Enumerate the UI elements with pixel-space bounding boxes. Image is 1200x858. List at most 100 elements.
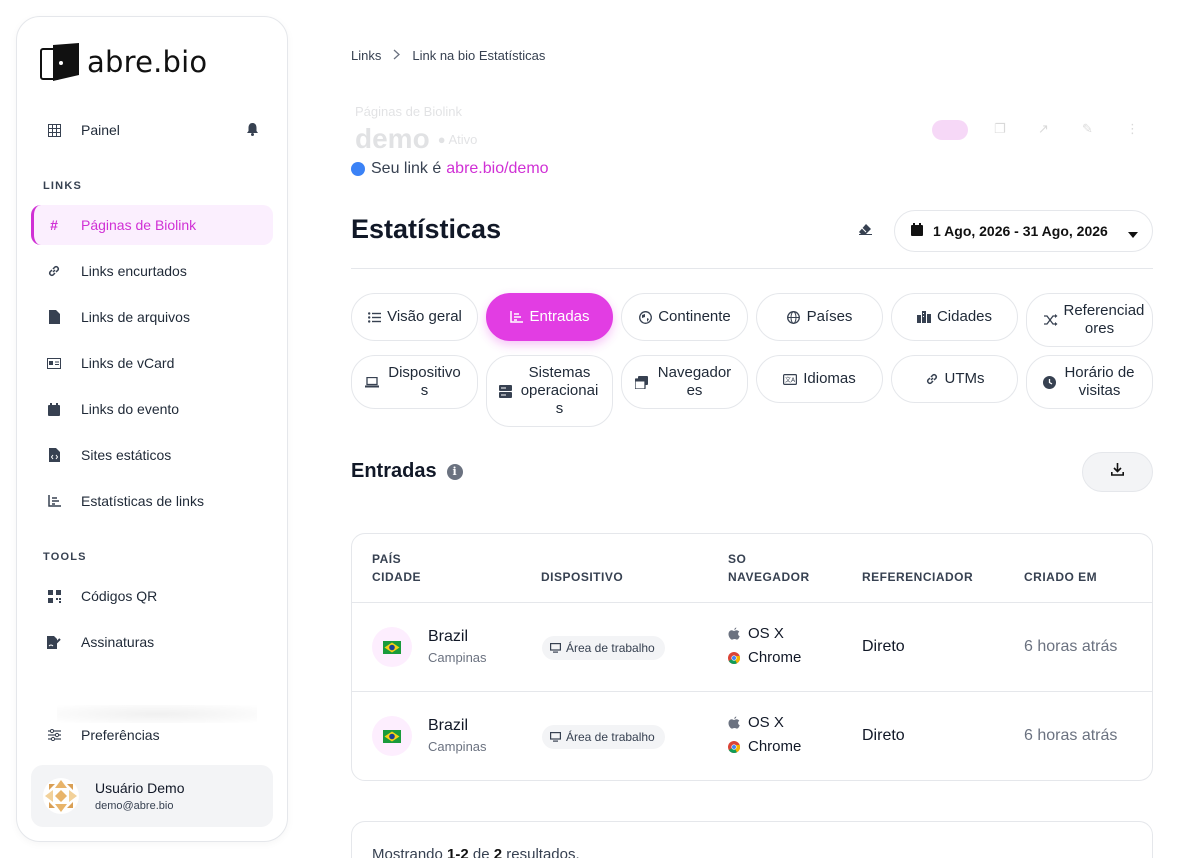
external-link-icon: ↗: [1038, 121, 1049, 136]
eraser-icon[interactable]: [859, 222, 872, 240]
row-browser: Chrome: [728, 649, 801, 666]
tab-utms[interactable]: UTMs: [891, 355, 1018, 403]
flag-brazil-icon: [372, 716, 412, 756]
sidebar-item-signatures[interactable]: Assinaturas: [31, 622, 273, 662]
section-heading: Entradas i: [351, 460, 463, 483]
ghost-label: Páginas de Biolink: [355, 104, 462, 119]
device-badge: Área de trabalho: [542, 725, 665, 749]
file-icon: [47, 310, 61, 324]
device-badge: Área de trabalho: [542, 636, 665, 660]
sidebar-item-label: Links do evento: [81, 401, 180, 417]
sidebar-item-link-stats[interactable]: Estatísticas de links: [31, 481, 273, 521]
tab-label: Entradas: [529, 308, 590, 325]
sidebar-item-label: Preferências: [81, 727, 160, 743]
date-range-picker[interactable]: 1 Ago, 2026 - 31 Ago, 2026: [894, 210, 1153, 252]
tab-browsers[interactable]: Navegador es: [621, 355, 748, 409]
row-country: Brazil: [428, 628, 469, 645]
tab-label: UTMs: [944, 370, 985, 387]
signature-icon: [47, 635, 61, 649]
info-icon[interactable]: i: [446, 463, 463, 480]
biolink-url[interactable]: abre.bio/demo: [446, 160, 548, 178]
divider: [351, 268, 1153, 269]
sidebar-item-label: Códigos QR: [81, 588, 158, 604]
biolink-header-faded: Páginas de Biolink demo ● Ativo: [355, 104, 477, 155]
tab-label: Cidades: [936, 308, 993, 325]
globe-icon: [638, 310, 652, 324]
column-header-created[interactable]: CRIADO EM: [1024, 568, 1097, 586]
sidebar-item-label: Painel: [81, 122, 120, 138]
brand-logo[interactable]: abre.bio: [39, 41, 207, 83]
chart-icon: [47, 494, 61, 508]
column-header-referrer[interactable]: REFERENCIADOR: [862, 568, 973, 586]
tab-label: Navegador es: [657, 364, 732, 399]
row-country: Brazil: [428, 717, 469, 734]
divider: [352, 602, 1152, 603]
monitor-icon: [550, 643, 561, 653]
tab-referrers[interactable]: Referenciad ores: [1026, 293, 1153, 347]
monitor-icon: [550, 732, 561, 742]
sidebar-item-label: Páginas de Biolink: [81, 217, 197, 233]
qr-icon: [47, 589, 61, 603]
tab-visit-hours[interactable]: Horário de visitas: [1026, 355, 1153, 409]
sidebar-item-static-sites[interactable]: Sites estáticos: [31, 435, 273, 475]
copy-icon: ❐: [994, 121, 1006, 136]
sidebar-item-dashboard[interactable]: Painel: [31, 110, 273, 150]
sidebar-item-file-links[interactable]: Links de arquivos: [31, 297, 273, 337]
breadcrumb-current: Link na bio Estatísticas: [412, 48, 546, 63]
tab-devices[interactable]: Dispositivo s: [351, 355, 478, 409]
sidebar-item-vcard-links[interactable]: Links de vCard: [31, 343, 273, 383]
sidebar-item-label: Links de arquivos: [81, 309, 190, 325]
link-icon: [47, 264, 61, 278]
chevron-right-icon: [393, 48, 401, 63]
browser-icon: [635, 375, 649, 389]
link-prefix: Seu link é: [371, 160, 442, 177]
avatar: [43, 778, 79, 814]
row-created: 6 horas atrás: [1024, 727, 1118, 744]
download-button[interactable]: [1082, 452, 1153, 492]
tab-languages[interactable]: 文A Idiomas: [756, 355, 883, 403]
tab-cities[interactable]: Cidades: [891, 293, 1018, 341]
calendar-icon: [911, 223, 923, 239]
vcard-icon: [47, 356, 61, 370]
download-icon: [1111, 463, 1124, 481]
sidebar-item-label: Links encurtados: [81, 263, 187, 279]
hash-icon: #: [50, 217, 58, 233]
shuffle-icon: [1043, 313, 1058, 327]
tab-label: Sistemas operacionai s: [520, 364, 599, 417]
pagination-summary: Mostrando 1-2 de 2 resultados.: [372, 846, 580, 858]
tab-overview[interactable]: Visão geral: [351, 293, 478, 341]
column-header-device[interactable]: DISPOSITIVO: [541, 568, 623, 586]
tab-continent[interactable]: Continente: [621, 293, 748, 341]
tab-label: Horário de visitas: [1064, 364, 1135, 399]
language-icon: 文A: [783, 372, 798, 386]
tab-label: Países: [806, 308, 853, 325]
sidebar-item-label: Estatísticas de links: [81, 493, 204, 509]
brand-name: abre.bio: [87, 45, 208, 79]
breadcrumb-root[interactable]: Links: [351, 48, 381, 63]
user-email: demo@abre.bio: [95, 800, 174, 812]
tab-label: Idiomas: [803, 370, 856, 387]
sidebar: abre.bio Painel LINKS # Páginas de Bioli…: [16, 16, 288, 842]
user-card[interactable]: Usuário Demo demo@abre.bio: [31, 765, 273, 827]
sidebar-item-event-links[interactable]: Links do evento: [31, 389, 273, 429]
list-icon: [367, 310, 381, 324]
column-header-country-city[interactable]: PAÍS CIDADE: [372, 550, 421, 586]
entries-title: Entradas: [351, 460, 437, 482]
flag-brazil-icon: [372, 627, 412, 667]
tab-countries[interactable]: Países: [756, 293, 883, 341]
sidebar-item-biolink-pages[interactable]: # Páginas de Biolink: [31, 205, 273, 245]
sidebar-item-qr-codes[interactable]: Códigos QR: [31, 576, 273, 616]
bell-icon[interactable]: [246, 122, 259, 139]
column-header-os-browser[interactable]: SO NAVEGADOR: [728, 550, 810, 586]
tab-label: Visão geral: [387, 308, 462, 325]
tab-entries[interactable]: Entradas: [486, 293, 613, 341]
entries-table: PAÍS CIDADE DISPOSITIVO SO NAVEGADOR REF…: [351, 533, 1153, 781]
row-city: Campinas: [428, 739, 487, 754]
date-range-value: 1 Ago, 2026 - 31 Ago, 2026: [933, 223, 1108, 239]
sidebar-item-preferences[interactable]: Preferências: [31, 715, 273, 755]
sidebar-item-short-links[interactable]: Links encurtados: [31, 251, 273, 291]
tab-operating-systems[interactable]: Sistemas operacionai s: [486, 355, 613, 427]
sidebar-item-label: Sites estáticos: [81, 447, 172, 463]
sidebar-item-label: Links de vCard: [81, 355, 175, 371]
tab-label: Referenciad ores: [1063, 302, 1145, 337]
